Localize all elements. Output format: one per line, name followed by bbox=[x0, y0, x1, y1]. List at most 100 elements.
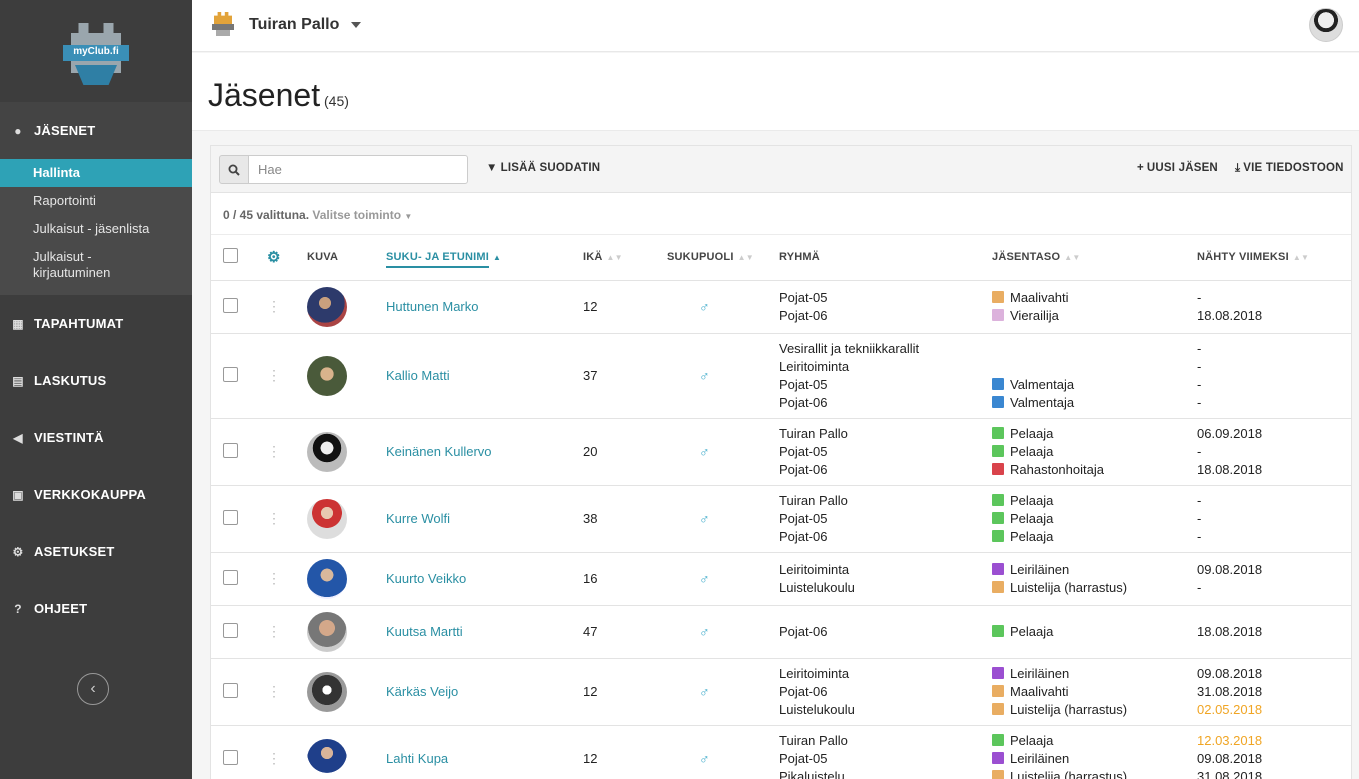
row-checkbox[interactable] bbox=[223, 749, 238, 765]
subnav-item-hallinta[interactable]: Hallinta bbox=[0, 159, 192, 187]
row-menu-icon[interactable]: ⋮ bbox=[267, 443, 281, 459]
nav-verkkokauppa[interactable]: ▣ VERKKOKAUPPA bbox=[0, 466, 192, 523]
table-row[interactable]: ⋮ Lahti Kupa 12 ♂ Tuiran Pallo Pojat-05 Pikalu… bbox=[211, 725, 1351, 779]
bulk-action-dropdown[interactable]: Valitse toiminto ▼ bbox=[312, 208, 412, 222]
table-row[interactable]: ⋮ Kuurto Veikko 16 ♂ Leiritoiminta Luisteluko… bbox=[211, 552, 1351, 606]
row-menu-icon[interactable]: ⋮ bbox=[267, 623, 281, 639]
level-item: Maalivahti bbox=[992, 683, 1197, 701]
search-input[interactable] bbox=[248, 155, 468, 184]
col-name[interactable]: SUKU- JA ETUNIMI ▲ bbox=[386, 235, 583, 281]
male-icon: ♂ bbox=[699, 298, 710, 315]
last-seen-value: - bbox=[1197, 579, 1202, 595]
member-name-link[interactable]: Lahti Kupa bbox=[386, 751, 448, 766]
level-color-swatch bbox=[992, 733, 1004, 746]
row-menu-icon[interactable]: ⋮ bbox=[267, 750, 281, 766]
member-name-link[interactable]: Keinänen Kullervo bbox=[386, 444, 492, 459]
add-filter-button[interactable]: ▼ LISÄÄ SUODATIN bbox=[486, 162, 600, 174]
col-level[interactable]: JÄSENTASO ▲▼ bbox=[992, 235, 1197, 281]
row-checkbox[interactable] bbox=[223, 297, 238, 313]
new-member-button[interactable]: + UUSI JÄSEN bbox=[1137, 162, 1218, 174]
table-row[interactable]: ⋮ Kurre Wolfi 38 ♂ Tuiran Pallo Pojat-05 Pojat… bbox=[211, 485, 1351, 553]
col-photo: KUVA bbox=[307, 235, 386, 281]
nav-label: VERKKOKAUPPA bbox=[34, 487, 146, 502]
collapse-sidebar-button[interactable]: ‹ bbox=[77, 673, 109, 705]
nav-ohjeet[interactable]: ? OHJEET bbox=[0, 580, 192, 637]
level-label: Rahastonhoitaja bbox=[1010, 461, 1104, 477]
table-row[interactable]: ⋮ Kallio Matti 37 ♂ Vesirallit ja tekniikkar… bbox=[211, 333, 1351, 419]
row-menu-icon[interactable]: ⋮ bbox=[267, 683, 281, 699]
level-color-swatch bbox=[992, 624, 1004, 637]
level-label: Valmentaja bbox=[1010, 394, 1075, 410]
avatar bbox=[307, 671, 347, 712]
table-row[interactable]: ⋮ Huttunen Marko 12 ♂ Pojat-05 Pojat-06 Maaliv… bbox=[211, 280, 1351, 334]
level-item: Pelaaja bbox=[992, 443, 1197, 461]
avatar bbox=[307, 355, 347, 396]
last-seen-value: - bbox=[1197, 492, 1202, 508]
member-name-link[interactable]: Kärkäs Veijo bbox=[386, 684, 458, 699]
row-menu-icon[interactable]: ⋮ bbox=[267, 367, 281, 383]
table-row[interactable]: ⋮ Kuutsa Martti 47 ♂ Pojat-06 Pelaaja 18.08.20… bbox=[211, 605, 1351, 659]
club-logo-icon bbox=[212, 12, 234, 36]
level-color-swatch bbox=[992, 377, 1004, 390]
group-item: Pojat-05 bbox=[779, 289, 828, 305]
row-menu-icon[interactable]: ⋮ bbox=[267, 570, 281, 586]
group-item: Pojat-06 bbox=[779, 683, 828, 699]
group-item: Luistelukoulu bbox=[779, 701, 855, 717]
member-name-link[interactable]: Kallio Matti bbox=[386, 368, 450, 383]
member-name-link[interactable]: Kurre Wolfi bbox=[386, 511, 450, 526]
gear-icon[interactable]: ⚙ bbox=[267, 249, 281, 266]
level-item: Luistelija (harrastus) bbox=[992, 768, 1197, 779]
row-menu-icon[interactable]: ⋮ bbox=[267, 298, 281, 314]
table-row[interactable]: ⋮ Kärkäs Veijo 12 ♂ Leiritoiminta Pojat-06 Lui… bbox=[211, 658, 1351, 726]
avatar bbox=[307, 498, 347, 539]
search-button[interactable] bbox=[219, 155, 249, 184]
nav-laskutus[interactable]: ▤ LASKUTUS bbox=[0, 352, 192, 409]
table-row[interactable]: ⋮ Keinänen Kullervo 20 ♂ Tuiran Pallo Pojat-0… bbox=[211, 418, 1351, 486]
row-checkbox[interactable] bbox=[223, 442, 238, 458]
subnav-jasenet: Hallinta Raportointi Julkaisut - jäsenli… bbox=[0, 159, 192, 295]
member-name-link[interactable]: Kuurto Veikko bbox=[386, 571, 466, 586]
col-age[interactable]: IKÄ ▲▼ bbox=[583, 235, 667, 281]
last-seen-value: 09.08.2018 bbox=[1197, 561, 1263, 577]
nav-viestinta[interactable]: ◀ VIESTINTÄ bbox=[0, 409, 192, 466]
level-item: Luistelija (harrastus) bbox=[992, 701, 1197, 719]
level-color-swatch bbox=[992, 769, 1004, 779]
group-item: Pojat-06 bbox=[779, 394, 828, 410]
subnav-item-julkaisut-kirjautuminen[interactable]: Julkaisut - kirjautuminen bbox=[0, 243, 120, 287]
sidebar: myClub.fi ● JÄSENET Hallinta Raportointi… bbox=[0, 0, 192, 779]
group-item: Pikaluistelu bbox=[779, 768, 845, 779]
export-button[interactable]: ⤓ VIE TIEDOSTOON bbox=[1235, 162, 1344, 175]
level-color-swatch bbox=[992, 684, 1004, 697]
row-menu-icon[interactable]: ⋮ bbox=[267, 510, 281, 526]
subnav-item-raportointi[interactable]: Raportointi bbox=[0, 187, 192, 215]
nav-jasenet[interactable]: ● JÄSENET bbox=[0, 102, 192, 159]
level-label: Pelaaja bbox=[1010, 528, 1054, 544]
nav-asetukset[interactable]: ⚙ ASETUKSET bbox=[0, 523, 192, 580]
myclub-logo[interactable]: myClub.fi bbox=[0, 0, 192, 102]
level-label: Luistelija (harrastus) bbox=[1010, 701, 1128, 717]
row-checkbox[interactable] bbox=[223, 622, 238, 638]
table-header-row: ⚙ KUVA SUKU- JA ETUNIMI ▲ IKÄ ▲▼ SUKUPUOLI… bbox=[211, 235, 1351, 281]
level-color-swatch bbox=[992, 562, 1004, 575]
row-checkbox[interactable] bbox=[223, 682, 238, 698]
level-item: Vierailija bbox=[992, 307, 1197, 325]
male-icon: ♂ bbox=[699, 623, 710, 640]
col-gender[interactable]: SUKUPUOLI ▲▼ bbox=[667, 235, 779, 281]
user-avatar[interactable] bbox=[1309, 8, 1343, 42]
row-checkbox[interactable] bbox=[223, 509, 238, 525]
avatar bbox=[307, 611, 347, 652]
member-name-link[interactable]: Huttunen Marko bbox=[386, 299, 479, 314]
select-all-checkbox[interactable] bbox=[223, 248, 238, 264]
subnav-item-julkaisut-jasenlista[interactable]: Julkaisut - jäsenlista bbox=[0, 215, 192, 243]
col-last-seen[interactable]: NÄHTY VIIMEKSI ▲▼ bbox=[1197, 235, 1351, 281]
row-checkbox[interactable] bbox=[223, 569, 238, 585]
member-name-link[interactable]: Kuutsa Martti bbox=[386, 624, 463, 639]
nav-tapahtumat[interactable]: ▦ TAPAHTUMAT bbox=[0, 295, 192, 352]
level-item: Leiriläinen bbox=[992, 750, 1197, 768]
chevron-down-icon[interactable] bbox=[351, 22, 361, 28]
row-checkbox[interactable] bbox=[223, 366, 238, 382]
male-icon: ♂ bbox=[699, 683, 710, 700]
club-name[interactable]: Tuiran Pallo bbox=[249, 16, 339, 34]
level-label: Vierailija bbox=[1010, 307, 1059, 323]
group-item: Pojat-05 bbox=[779, 443, 828, 459]
